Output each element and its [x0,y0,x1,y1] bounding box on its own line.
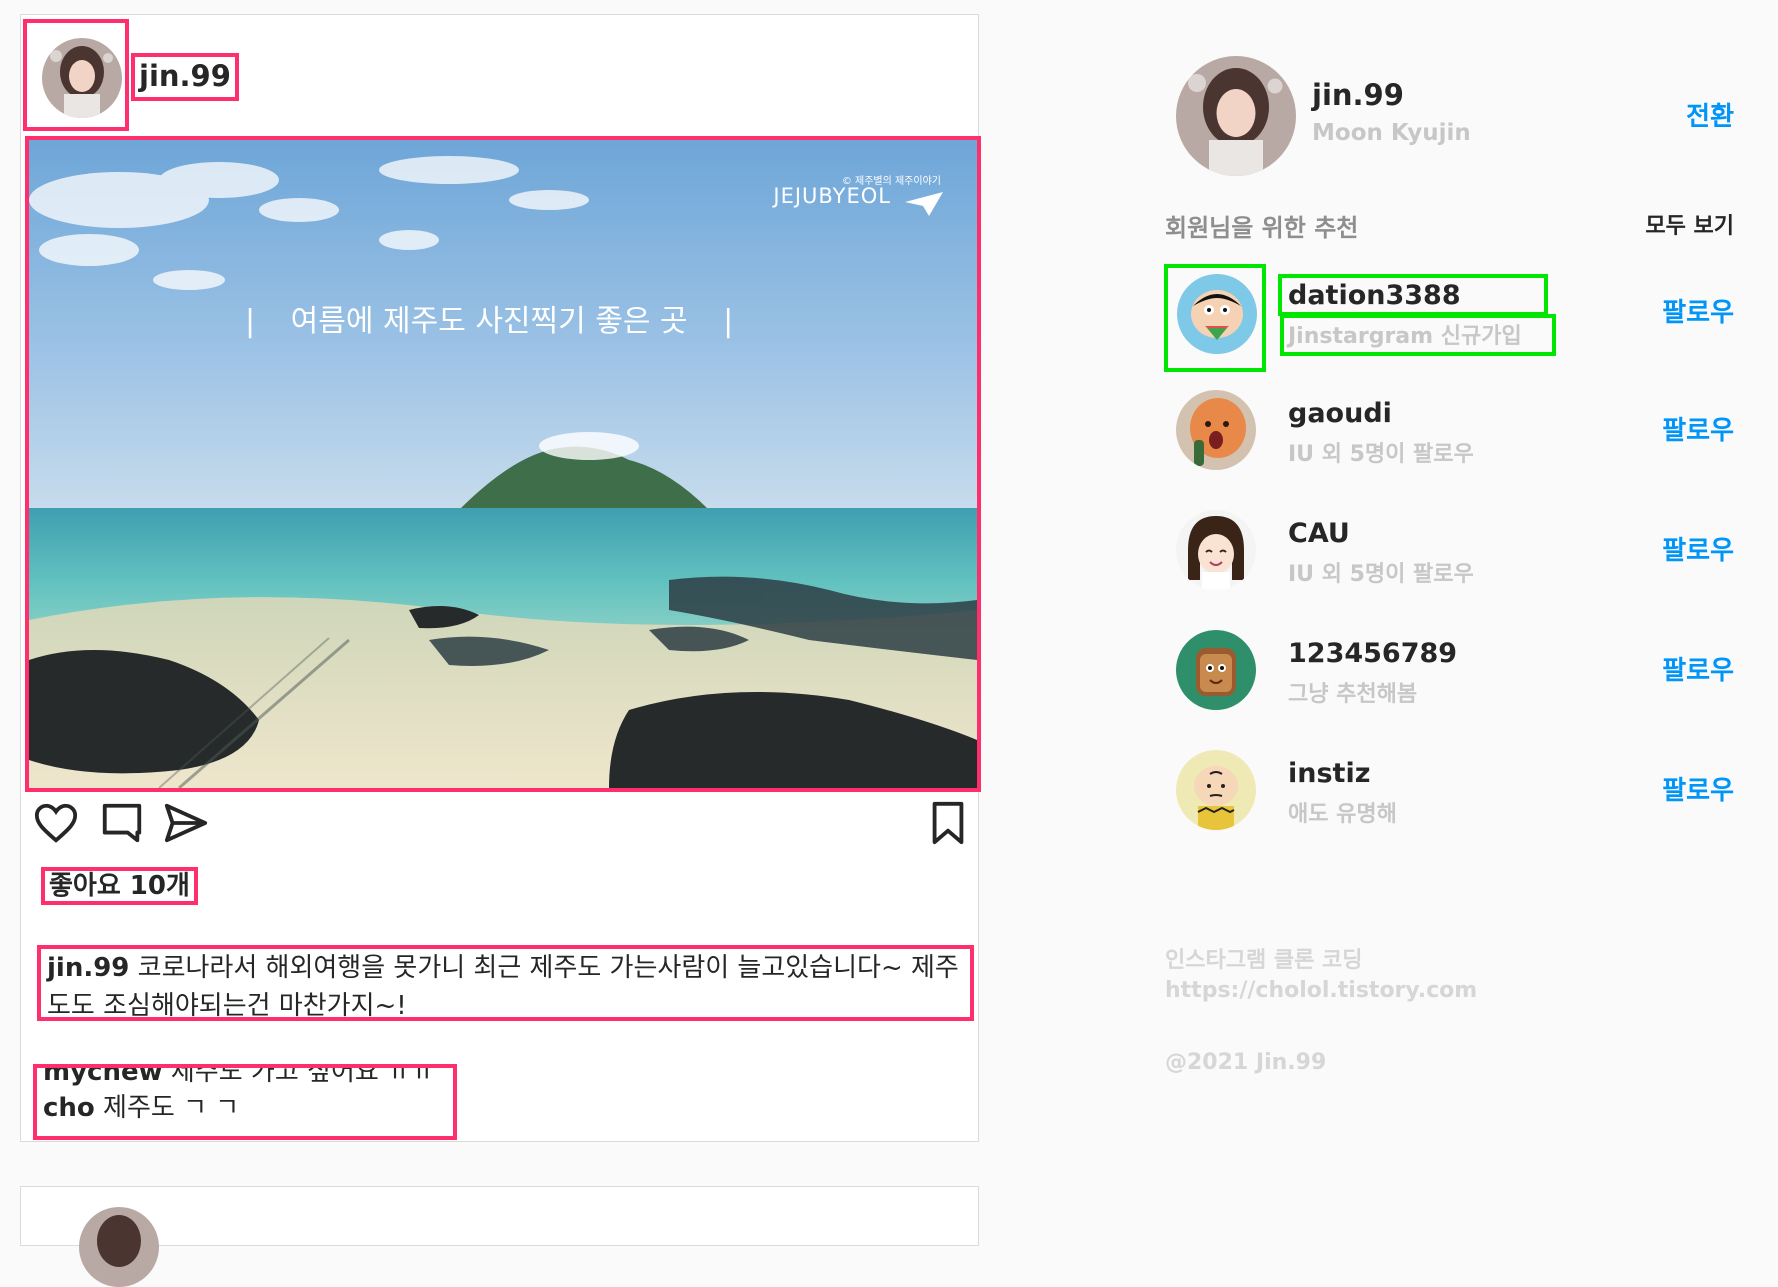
comment-icon[interactable] [99,800,149,850]
follow-button[interactable]: 팔로우 [1662,650,1734,687]
suggestion-avatar[interactable] [1177,274,1257,354]
comment-author[interactable]: cho [43,1093,95,1123]
post-comments: mychew 제주도 가고 싶어요 ㅠㅠ cho 제주도 ㄱ ㄱ [33,1064,457,1140]
comment-item: cho 제주도 ㄱ ㄱ [43,1090,447,1126]
suggestion-subtitle: IU 외 5명이 팔로우 [1288,442,1474,467]
footer-copyright: @2021 Jin.99 [1165,1050,1327,1075]
suggestion-item: instiz 애도 유명해 팔로우 [1160,740,1760,850]
suggestion-subtitle: 애도 유명해 [1288,802,1397,827]
caption-author[interactable]: jin.99 [47,953,129,983]
suggestions-title: 회원님을 위한 추천 [1165,214,1359,242]
overlay-text: 여름에 제주도 사진찍기 좋은 곳 [290,304,688,339]
feed-post: jin.99 © 제주별의 제주이야기 JEJUBYEOL | 여름에 제주도 … [20,14,981,1142]
my-username[interactable]: jin.99 [1312,78,1404,112]
sidebar: jin.99 Moon Kyujin 전환 회원님을 위한 추천 모두 보기 d… [1160,40,1760,1140]
suggestion-subtitle: 그냥 추천해봄 [1288,682,1418,707]
see-all-link[interactable]: 모두 보기 [1645,208,1734,240]
comment-text: 제주도 ㄱ ㄱ [94,1093,240,1123]
post-actions [33,800,973,852]
photo-overlay-title: | 여름에 제주도 사진찍기 좋은 곳 | [245,296,733,340]
follow-button[interactable]: 팔로우 [1662,770,1734,807]
suggestion-avatar[interactable] [1176,750,1256,830]
feed-post-next [20,1186,979,1287]
suggestion-username[interactable]: gaoudi [1288,398,1392,429]
post-header: jin.99 [21,15,978,135]
suggestion-username[interactable]: 123456789 [1288,638,1457,669]
follow-button[interactable]: 팔로우 [1662,410,1734,447]
suggestion-username[interactable]: instiz [1288,758,1370,789]
suggestion-item: dation3388 Jinstargram 신규가입 팔로우 [1160,262,1760,372]
overlay-bar-left: | [245,304,256,339]
follow-button[interactable]: 팔로우 [1662,292,1734,329]
post-author-avatar[interactable] [42,38,122,118]
photo-watermark-brand: JEJUBYEOL [773,184,891,208]
footer-title: 인스타그램 클론 코딩 [1165,948,1363,973]
caption-text: 코로나라서 해외여행을 못가니 최근 제주도 가는사람이 늘고있습니다~ 제주도… [47,953,959,1021]
my-fullname: Moon Kyujin [1312,120,1471,146]
post-author-avatar[interactable] [79,1207,159,1287]
post-caption: jin.99 코로나라서 해외여행을 못가니 최근 제주도 가는사람이 늘고있습… [37,945,974,1021]
suggestion-subtitle: Jinstargram 신규가입 [1288,324,1522,349]
bookmark-icon[interactable] [925,800,975,850]
suggestion-avatar[interactable] [1176,390,1256,470]
suggestion-username[interactable]: CAU [1288,518,1350,549]
post-photo[interactable]: © 제주별의 제주이야기 JEJUBYEOL | 여름에 제주도 사진찍기 좋은… [25,136,981,792]
suggestion-item: CAU IU 외 5명이 팔로우 팔로우 [1160,500,1760,610]
my-avatar[interactable] [1176,56,1296,176]
likes-count[interactable]: 좋아요 10개 [41,867,198,905]
paper-plane-icon [905,192,943,216]
suggestion-avatar[interactable] [1176,630,1256,710]
comment-text: 제주도 가고 싶어요 ㅠㅠ [162,1064,435,1087]
suggestion-item: gaoudi IU 외 5명이 팔로우 팔로우 [1160,380,1760,490]
switch-account-link[interactable]: 전환 [1686,96,1734,133]
comment-author[interactable]: mychew [43,1068,163,1087]
suggestion-avatar[interactable] [1176,510,1256,590]
footer-link[interactable]: https://cholol.tistory.com [1165,978,1477,1003]
overlay-bar-right: | [723,304,734,339]
post-avatar-highlight [23,19,129,131]
comment-item: mychew 제주도 가고 싶어요 ㅠㅠ [43,1064,447,1090]
follow-button[interactable]: 팔로우 [1662,530,1734,567]
post-author-username[interactable]: jin.99 [131,53,239,101]
suggestion-item: 123456789 그냥 추천해봄 팔로우 [1160,620,1760,730]
suggestion-subtitle: IU 외 5명이 팔로우 [1288,562,1474,587]
share-icon[interactable] [163,800,213,850]
heart-icon[interactable] [33,800,83,850]
suggestion-username[interactable]: dation3388 [1288,280,1461,311]
